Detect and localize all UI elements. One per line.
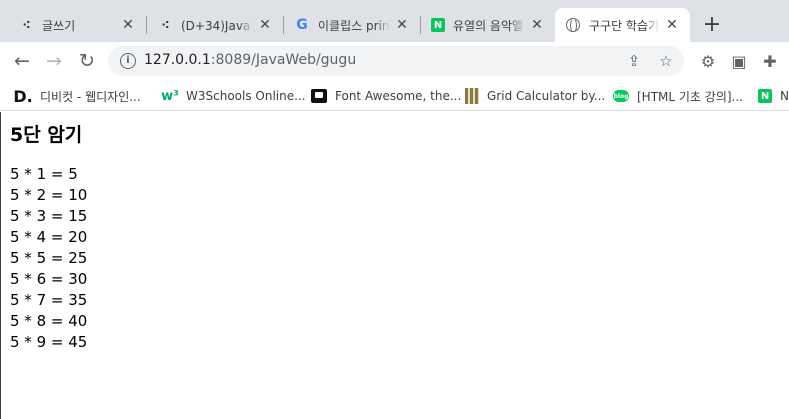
multiplication-row: 5 * 3 = 15 xyxy=(10,207,88,225)
back-button[interactable]: ← xyxy=(9,48,35,74)
globe-icon xyxy=(565,17,581,33)
image-extension-icon[interactable]: ▣ xyxy=(729,51,749,71)
w3schools-icon: w³ xyxy=(161,88,179,104)
forward-button[interactable]: → xyxy=(41,48,67,74)
address-bar[interactable]: i 127.0.0.1:8089/JavaWeb/gugu ⇪ ☆ xyxy=(108,46,684,76)
tab-5-active[interactable]: 구구단 학습기 ✕ xyxy=(555,8,690,42)
naver-icon: N xyxy=(431,18,445,32)
arrow-right-icon: → xyxy=(46,50,62,72)
bookmark-label: [HTML 기초 강의]... xyxy=(637,89,743,104)
bookmark-label: Grid Calculator by... xyxy=(487,89,606,103)
tab-label: 구구단 학습기 xyxy=(589,18,660,33)
tistory-icon: ⁖ xyxy=(22,18,30,32)
tab-label: 이클립스 prin xyxy=(318,18,390,33)
tab-label: (D+34)Java 조 xyxy=(181,18,253,33)
bookmark-dibicut[interactable]: D. 디비컷 - 웹디자인... xyxy=(13,84,141,108)
google-icon: G xyxy=(296,17,308,33)
close-icon[interactable]: ✕ xyxy=(120,17,136,33)
close-icon[interactable]: ✕ xyxy=(394,17,410,33)
reload-icon: ↻ xyxy=(79,50,95,72)
page-content: 5단 암기 5 * 1 = 5 5 * 2 = 10 5 * 3 = 15 5 … xyxy=(0,112,789,419)
multiplication-list: 5 * 1 = 5 5 * 2 = 10 5 * 3 = 15 5 * 4 = … xyxy=(10,164,87,353)
reload-button[interactable]: ↻ xyxy=(74,48,100,74)
star-icon[interactable]: ☆ xyxy=(656,51,676,71)
tab-2[interactable]: ⁖ (D+34)Java 조 ✕ xyxy=(147,8,283,42)
tab-3[interactable]: G 이클립스 prin ✕ xyxy=(284,8,420,42)
bookmarks-bar: D. 디비컷 - 웹디자인... w³ W3Schools Online... … xyxy=(0,80,789,111)
close-icon[interactable]: ✕ xyxy=(664,17,680,33)
url-path: :8089/JavaWeb/gugu xyxy=(210,52,357,68)
grid-calculator-icon xyxy=(465,88,479,104)
tab-label: 유열의 음악앨 xyxy=(453,18,524,33)
multiplication-row: 5 * 8 = 40 xyxy=(10,312,88,330)
tab-1[interactable]: ⁖ 글쓰기 ✕ xyxy=(8,8,146,42)
bookmark-label: W3Schools Online... xyxy=(186,89,306,103)
info-icon[interactable]: i xyxy=(120,53,136,69)
multiplication-row: 5 * 2 = 10 xyxy=(10,186,88,204)
tab-4[interactable]: N 유열의 음악앨 ✕ xyxy=(421,8,555,42)
new-tab-button[interactable]: + xyxy=(700,14,724,38)
share-icon[interactable]: ⇪ xyxy=(624,51,644,71)
bookmark-naver[interactable]: N N xyxy=(758,84,789,108)
multiplication-row: 5 * 9 = 45 xyxy=(10,333,88,351)
multiplication-row: 5 * 6 = 30 xyxy=(10,270,88,288)
browser-toolbar: ← → ↻ i 127.0.0.1:8089/JavaWeb/gugu ⇪ ☆ … xyxy=(0,42,789,80)
multiplication-row: 5 * 1 = 5 xyxy=(10,165,78,183)
naver-blog-icon: blog xyxy=(613,90,629,102)
naver-icon: N xyxy=(758,89,772,103)
bookmark-font-awesome[interactable]: Font Awesome, the... xyxy=(311,84,461,108)
bookmark-html-lecture[interactable]: blog [HTML 기초 강의]... xyxy=(613,84,743,108)
close-icon[interactable]: ✕ xyxy=(529,17,545,33)
bookmark-label: N xyxy=(780,89,789,103)
dibicut-icon: D. xyxy=(13,86,33,106)
gear-extension-icon[interactable]: ⚙ xyxy=(698,51,718,71)
bookmark-w3schools[interactable]: w³ W3Schools Online... xyxy=(161,84,306,108)
arrow-left-icon: ← xyxy=(14,50,30,72)
close-icon[interactable]: ✕ xyxy=(257,17,273,33)
url-text: 127.0.0.1:8089/JavaWeb/gugu xyxy=(144,52,356,68)
multiplication-row: 5 * 5 = 25 xyxy=(10,249,88,267)
multiplication-row: 5 * 7 = 35 xyxy=(10,291,88,309)
fontawesome-icon xyxy=(311,89,327,103)
multiplication-row: 5 * 4 = 20 xyxy=(10,228,88,246)
tistory-icon: ⁖ xyxy=(161,18,169,32)
bookmark-grid-calculator[interactable]: Grid Calculator by... xyxy=(465,84,605,108)
puzzle-icon[interactable]: ✚ xyxy=(760,51,780,71)
url-host: 127.0.0.1 xyxy=(144,52,211,68)
bookmark-label: Font Awesome, the... xyxy=(335,89,462,103)
page-title: 5단 암기 xyxy=(10,124,83,146)
tab-strip: ⁖ 글쓰기 ✕ ⁖ (D+34)Java 조 ✕ G 이클립스 prin ✕ N… xyxy=(0,0,789,42)
tab-label: 글쓰기 xyxy=(42,18,76,33)
bookmark-label: 디비컷 - 웹디자인... xyxy=(40,89,141,104)
